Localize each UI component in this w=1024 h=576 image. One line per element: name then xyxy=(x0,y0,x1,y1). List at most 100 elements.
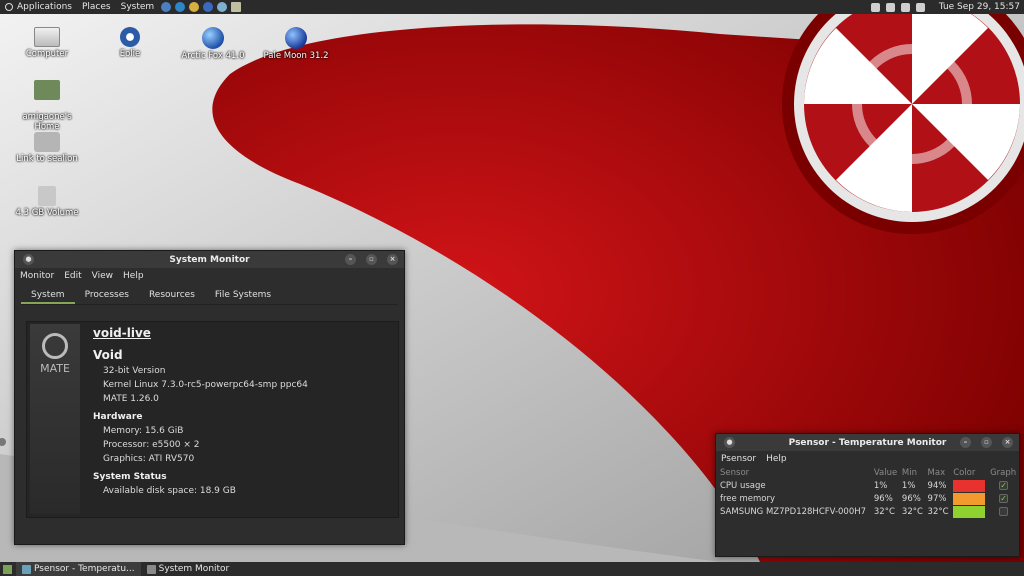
window-title: System Monitor xyxy=(169,254,250,265)
column-sensor[interactable]: Sensor xyxy=(718,466,872,479)
column-min[interactable]: Min xyxy=(900,466,926,479)
menu-help[interactable]: Help xyxy=(766,454,787,464)
sensor-value-cell: 1% xyxy=(873,480,888,491)
menu-monitor[interactable]: Monitor xyxy=(20,271,54,281)
window-menu-icon[interactable]: ● xyxy=(724,437,735,448)
taskbar-item-system-monitor[interactable]: System Monitor xyxy=(141,562,236,576)
hostname: void-live xyxy=(93,326,151,340)
home-folder-icon xyxy=(34,80,60,100)
close-icon[interactable]: × xyxy=(1002,437,1013,448)
sensor-color-cell[interactable] xyxy=(951,505,988,518)
sensor-row[interactable]: free memory 96% 96% 97% ✓ xyxy=(718,492,1019,505)
system-menu-label: System xyxy=(120,2,155,12)
system-menu[interactable]: System xyxy=(116,0,160,14)
column-value[interactable]: Value xyxy=(872,466,900,479)
show-desktop-icon[interactable] xyxy=(3,564,12,574)
close-icon[interactable]: × xyxy=(387,254,398,265)
system-tray: Tue Sep 29, 15:57 xyxy=(870,2,1024,12)
desktop-icon-volume[interactable]: 4.3 GB Volume xyxy=(7,186,87,218)
menubar: Monitor Edit View Help xyxy=(15,268,404,284)
applications-menu-label: Applications xyxy=(17,2,72,12)
tab-resources[interactable]: Resources xyxy=(139,287,205,304)
desktop-icon-label: Arctic Fox 41.0 xyxy=(181,51,245,61)
bluetooth-icon[interactable] xyxy=(885,2,895,12)
sensor-value-cell: 96% xyxy=(873,493,893,504)
color-swatch[interactable] xyxy=(953,479,986,492)
firefox-launcher-icon[interactable] xyxy=(203,2,214,12)
places-menu[interactable]: Places xyxy=(77,0,116,14)
desktop-icon-label: Pale Moon 31.2 xyxy=(263,51,329,61)
minimize-icon[interactable]: – xyxy=(960,437,971,448)
top-panel: Applications Places System Tue Sep 29, 1… xyxy=(0,0,1024,14)
sensor-row[interactable]: CPU usage 1% 1% 94% ✓ xyxy=(718,479,1019,492)
memory-info: Memory: 15.6 GiB xyxy=(103,426,184,436)
browser-launcher-icon[interactable] xyxy=(175,2,186,12)
menu-edit[interactable]: Edit xyxy=(64,271,81,281)
desktop-icon-arctic-fox[interactable]: Arctic Fox 41.0 xyxy=(173,27,253,61)
image-viewer-launcher-icon[interactable] xyxy=(231,2,242,12)
email-launcher-icon[interactable] xyxy=(189,2,200,12)
system-info-pane: MATE void-live Void 32-bit Version Kerne… xyxy=(26,321,399,518)
sensor-min-cell: 96% xyxy=(901,493,921,504)
computer-icon xyxy=(34,27,60,47)
sensor-row[interactable]: SAMSUNG MZ7PD128HCFV-000H7 32°C 32°C 32°C xyxy=(718,505,1019,518)
sensor-sensor-cell: SAMSUNG MZ7PD128HCFV-000H7 xyxy=(720,506,867,517)
network-launcher-icon[interactable] xyxy=(217,2,228,12)
column-max[interactable]: Max xyxy=(926,466,952,479)
desktop-icon-pale-moon[interactable]: Pale Moon 31.2 xyxy=(256,27,336,61)
maximize-icon[interactable]: ▫ xyxy=(366,254,377,265)
clock[interactable]: Tue Sep 29, 15:57 xyxy=(939,2,1020,12)
column-graph[interactable]: Graph xyxy=(988,466,1019,479)
graph-checkbox[interactable]: ✓ xyxy=(999,481,1009,490)
drive-icon xyxy=(38,186,56,206)
places-menu-label: Places xyxy=(81,2,111,12)
sensor-sensor-cell: CPU usage xyxy=(720,480,766,491)
mate-logo-text: MATE xyxy=(40,362,70,375)
psensor-titlebar[interactable]: ● Psensor - Temperature Monitor – ▫ × xyxy=(716,434,1019,451)
task-label: Psensor - Temperatu... xyxy=(34,564,135,574)
disk-space-info: Available disk space: 18.9 GB xyxy=(103,486,236,496)
desktop-icon-label: Link to sealion xyxy=(16,154,78,164)
color-swatch[interactable] xyxy=(953,505,986,518)
sensor-min-cell: 1% xyxy=(901,480,916,491)
color-swatch[interactable] xyxy=(953,492,986,505)
desktop-icon-link-sealion[interactable]: Link to sealion xyxy=(7,132,87,164)
system-info: void-live Void 32-bit Version Kernel Lin… xyxy=(93,324,308,496)
network-icon[interactable] xyxy=(915,2,925,12)
graph-checkbox[interactable] xyxy=(999,507,1009,516)
gear-icon xyxy=(34,132,60,152)
maximize-icon[interactable]: ▫ xyxy=(981,437,992,448)
psensor-window: ● Psensor - Temperature Monitor – ▫ × Ps… xyxy=(715,433,1020,557)
temperature-icon[interactable] xyxy=(900,2,910,12)
menu-psensor[interactable]: Psensor xyxy=(721,454,756,464)
mate-version: MATE 1.26.0 xyxy=(103,394,159,404)
sensor-graph-cell: ✓ xyxy=(988,492,1019,505)
taskbar-item-psensor[interactable]: Psensor - Temperatu... xyxy=(16,562,141,576)
minimize-icon[interactable]: – xyxy=(345,254,356,265)
tab-file-systems[interactable]: File Systems xyxy=(205,287,281,304)
tab-system[interactable]: System xyxy=(21,287,75,304)
sensor-color-cell[interactable] xyxy=(951,479,988,492)
psensor-menubar: Psensor Help xyxy=(716,451,1019,466)
volume-icon[interactable] xyxy=(870,2,880,12)
column-color[interactable]: Color xyxy=(951,466,988,479)
menu-view[interactable]: View xyxy=(92,271,113,281)
system-status-heading: System Status xyxy=(93,472,167,482)
window-menu-icon[interactable]: ● xyxy=(23,254,34,265)
system-monitor-titlebar[interactable]: ● System Monitor – ▫ × xyxy=(15,251,404,268)
desktop-icon-label: amigaone's Home xyxy=(22,112,72,132)
task-label: System Monitor xyxy=(158,564,230,574)
menu-help[interactable]: Help xyxy=(123,271,144,281)
globe-launcher-icon[interactable] xyxy=(161,2,172,12)
tab-processes[interactable]: Processes xyxy=(75,287,139,304)
bottom-panel: Psensor - Temperatu... System Monitor xyxy=(0,562,1024,576)
sensor-color-cell[interactable] xyxy=(951,492,988,505)
desktop-icon-computer[interactable]: Computer xyxy=(7,27,87,59)
graphics-info: Graphics: ATI RV570 xyxy=(103,454,195,464)
sensor-value-cell: 32°C xyxy=(873,506,895,517)
applications-menu[interactable]: Applications xyxy=(0,0,77,14)
graph-checkbox[interactable]: ✓ xyxy=(999,494,1009,503)
psensor-task-icon xyxy=(22,564,31,574)
pale-moon-icon xyxy=(285,27,307,49)
desktop-icon-eolie[interactable]: Eolie xyxy=(90,27,170,59)
